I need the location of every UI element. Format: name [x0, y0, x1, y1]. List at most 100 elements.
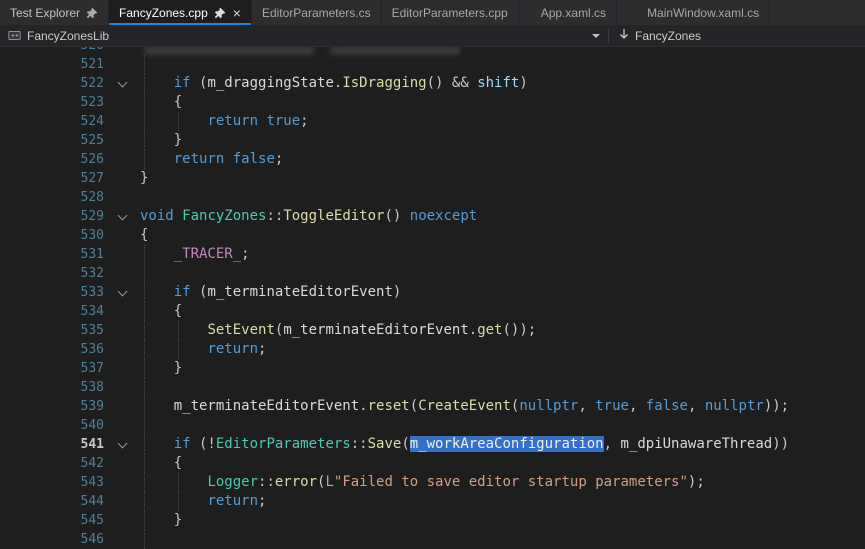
- fold-chevron-icon[interactable]: [117, 287, 127, 297]
- line-number[interactable]: 539: [0, 397, 104, 416]
- line-number[interactable]: 534: [0, 302, 104, 321]
- code-text[interactable]: {: [140, 302, 865, 321]
- close-icon[interactable]: ×: [233, 6, 241, 20]
- line-number[interactable]: 536: [0, 340, 104, 359]
- line-number[interactable]: 541: [0, 435, 104, 454]
- selected-token: m_workAreaConfiguration: [410, 436, 604, 452]
- line-number[interactable]: 520: [0, 47, 104, 55]
- fold-margin[interactable]: [104, 207, 140, 226]
- code-line: 531 _TRACER_;: [0, 245, 865, 264]
- code-token: m_dpiUnawareThread: [620, 436, 772, 452]
- indent-guide: [178, 340, 179, 359]
- code-text[interactable]: [140, 264, 865, 283]
- code-text[interactable]: return true;: [140, 112, 865, 131]
- line-number[interactable]: 529: [0, 207, 104, 226]
- code-text[interactable]: Logger::error(L"Failed to save editor st…: [140, 473, 865, 492]
- line-number[interactable]: 526: [0, 150, 104, 169]
- fold-margin[interactable]: [104, 435, 140, 454]
- indent-guide: [144, 359, 145, 378]
- code-text[interactable]: if (m_terminateEditorEvent): [140, 283, 865, 302]
- code-text[interactable]: [140, 55, 865, 74]
- line-number[interactable]: 538: [0, 378, 104, 397]
- tab-fancyzones-cpp[interactable]: FancyZones.cpp×: [109, 0, 252, 25]
- code-text[interactable]: [140, 188, 865, 207]
- line-number[interactable]: 544: [0, 492, 104, 511]
- project-dropdown[interactable]: FancyZonesLib: [0, 25, 608, 46]
- code-text[interactable]: return false;: [140, 150, 865, 169]
- line-number[interactable]: 542: [0, 454, 104, 473]
- fold-margin: [104, 397, 140, 416]
- code-token: ::: [258, 474, 275, 490]
- code-text[interactable]: return;: [140, 492, 865, 511]
- tab-app-xaml-cs[interactable]: App.xaml.cs: [531, 0, 617, 25]
- code-line: 522 if (m_draggingState.IsDragging() && …: [0, 74, 865, 93]
- line-number[interactable]: 527: [0, 169, 104, 188]
- code-text[interactable]: [140, 378, 865, 397]
- pin-icon[interactable]: [86, 7, 98, 19]
- code-text[interactable]: return;: [140, 340, 865, 359]
- code-line: 545 }: [0, 511, 865, 530]
- code-text[interactable]: }: [140, 131, 865, 150]
- code-token: ,: [629, 398, 646, 414]
- code-text[interactable]: if (!EditorParameters::Save(m_workAreaCo…: [140, 435, 865, 454]
- fold-chevron-icon[interactable]: [117, 78, 127, 88]
- code-token: ;: [258, 493, 266, 509]
- code-text[interactable]: {: [140, 93, 865, 112]
- symbol-dropdown[interactable]: FancyZones: [609, 25, 711, 46]
- fold-margin[interactable]: [104, 283, 140, 302]
- code-text[interactable]: }: [140, 359, 865, 378]
- code-text[interactable]: SetEvent(m_terminateEditorEvent.get());: [140, 321, 865, 340]
- fold-margin[interactable]: [104, 74, 140, 93]
- tab-editorparameters-cs[interactable]: EditorParameters.cs: [252, 0, 382, 25]
- code-line: 538: [0, 378, 865, 397]
- code-line: 537 }: [0, 359, 865, 378]
- code-editor[interactable]: 520521522 if (m_draggingState.IsDragging…: [0, 47, 865, 549]
- code-line: 541 if (!EditorParameters::Save(m_workAr…: [0, 435, 865, 454]
- code-text[interactable]: }: [140, 511, 865, 530]
- line-number[interactable]: 537: [0, 359, 104, 378]
- line-number[interactable]: 522: [0, 74, 104, 93]
- line-number[interactable]: 546: [0, 530, 104, 549]
- indent-guide: [144, 93, 145, 112]
- code-token: ::: [351, 436, 368, 452]
- line-number[interactable]: 521: [0, 55, 104, 74]
- pin-icon[interactable]: [214, 7, 226, 19]
- code-text[interactable]: [140, 530, 865, 549]
- line-number[interactable]: 532: [0, 264, 104, 283]
- indent-guide: [144, 150, 145, 169]
- line-number[interactable]: 525: [0, 131, 104, 150]
- code-text[interactable]: if (m_draggingState.IsDragging() && shif…: [140, 74, 865, 93]
- code-token: (: [401, 436, 409, 452]
- fold-margin: [104, 530, 140, 549]
- line-number[interactable]: 545: [0, 511, 104, 530]
- code-token: [140, 246, 174, 262]
- line-number[interactable]: 524: [0, 112, 104, 131]
- line-number[interactable]: 533: [0, 283, 104, 302]
- fold-chevron-icon[interactable]: [117, 211, 127, 221]
- code-line: 523 {: [0, 93, 865, 112]
- tab-mainwindow-xaml-cs[interactable]: MainWindow.xaml.cs: [637, 0, 770, 25]
- tab-editorparameters-cpp[interactable]: EditorParameters.cpp: [382, 0, 519, 25]
- code-text[interactable]: }: [140, 169, 865, 188]
- code-text[interactable]: {: [140, 454, 865, 473]
- fold-chevron-icon[interactable]: [117, 439, 127, 449]
- line-number[interactable]: 531: [0, 245, 104, 264]
- line-number[interactable]: 535: [0, 321, 104, 340]
- line-number[interactable]: 543: [0, 473, 104, 492]
- code-text[interactable]: void FancyZones::ToggleEditor() noexcept: [140, 207, 865, 226]
- indent-guide: [144, 492, 145, 511]
- code-text[interactable]: _TRACER_;: [140, 245, 865, 264]
- indent-guide: [178, 492, 179, 511]
- fold-margin: [104, 511, 140, 530]
- code-text[interactable]: {: [140, 226, 865, 245]
- line-number[interactable]: 530: [0, 226, 104, 245]
- project-icon: [8, 29, 21, 42]
- tab-test-explorer[interactable]: Test Explorer: [0, 0, 109, 25]
- line-number[interactable]: 540: [0, 416, 104, 435]
- code-text[interactable]: m_terminateEditorEvent.reset(CreateEvent…: [140, 397, 865, 416]
- line-number[interactable]: 528: [0, 188, 104, 207]
- line-number[interactable]: 523: [0, 93, 104, 112]
- indent-guide: [144, 397, 145, 416]
- code-text[interactable]: [140, 47, 865, 55]
- code-text[interactable]: [140, 416, 865, 435]
